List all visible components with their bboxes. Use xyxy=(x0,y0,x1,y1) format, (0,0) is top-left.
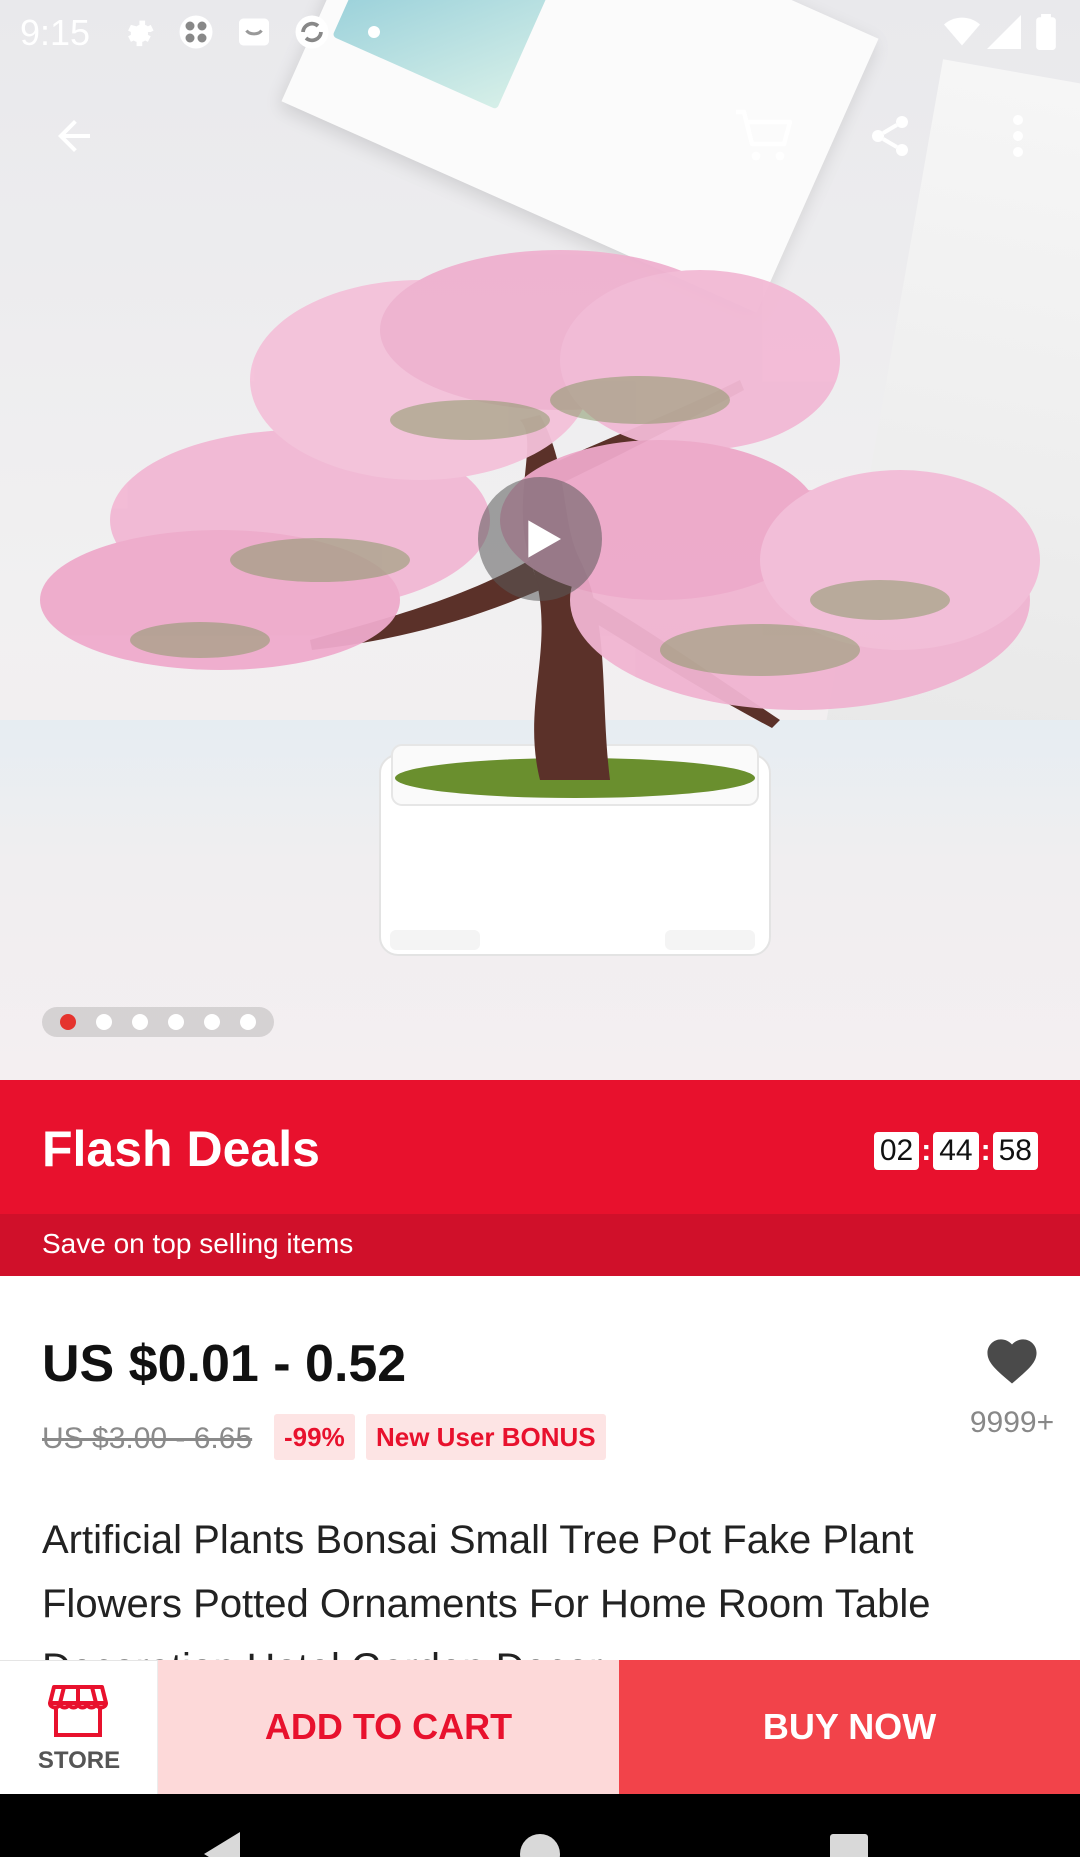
flash-deals-banner[interactable]: Flash Deals 02 : 44 : 58 xyxy=(0,1080,1080,1214)
play-icon xyxy=(528,520,561,558)
wifi-icon xyxy=(944,14,980,50)
carousel-dot[interactable] xyxy=(168,1014,184,1030)
timer-seconds: 58 xyxy=(992,1132,1038,1170)
flash-deals-subtitle-bar: Save on top selling items xyxy=(0,1214,1080,1276)
carousel-dot[interactable] xyxy=(96,1014,112,1030)
notification-dot-icon xyxy=(356,14,392,50)
nav-home-icon[interactable] xyxy=(518,1832,562,1857)
buy-now-button[interactable]: BUY NOW xyxy=(619,1660,1080,1794)
store-icon xyxy=(48,1685,108,1737)
share-icon[interactable] xyxy=(854,100,926,172)
timer-minutes: 44 xyxy=(933,1132,979,1170)
nav-back-icon[interactable] xyxy=(200,1832,250,1857)
battery-icon xyxy=(1028,14,1064,50)
status-bar: 9:15 xyxy=(0,0,1080,64)
sync-icon xyxy=(294,14,330,50)
timer-separator: : xyxy=(980,1134,991,1167)
original-price: US $3.00 - 6.65 xyxy=(42,1422,253,1455)
store-label: STORE xyxy=(37,1747,121,1774)
nav-recents-icon[interactable] xyxy=(830,1832,870,1857)
signal-icon xyxy=(986,14,1022,50)
system-navigation-bar xyxy=(0,1794,1080,1857)
carousel-dot[interactable] xyxy=(60,1014,76,1030)
flash-deals-subtitle: Save on top selling items xyxy=(42,1228,354,1259)
wishlist-button[interactable]: 9999+ xyxy=(960,1320,1064,1439)
heart-icon xyxy=(987,1339,1037,1384)
timer-separator: : xyxy=(921,1134,932,1167)
new-user-bonus-badge[interactable]: New User BONUS xyxy=(366,1414,606,1460)
fan-icon xyxy=(178,14,214,50)
carousel-dot[interactable] xyxy=(240,1014,256,1030)
play-video-button[interactable] xyxy=(478,477,602,601)
add-to-cart-button[interactable]: ADD TO CART xyxy=(158,1660,619,1794)
status-time: 9:15 xyxy=(20,12,91,53)
wishlist-count: 9999+ xyxy=(969,1406,1055,1439)
store-button[interactable]: STORE xyxy=(0,1660,158,1794)
carousel-indicator xyxy=(42,1007,274,1037)
timer-hours: 02 xyxy=(873,1132,920,1170)
flash-deals-title: Flash Deals xyxy=(42,1121,320,1177)
product-title: Artificial Plants Bonsai Small Tree Pot … xyxy=(42,1518,931,1660)
carousel-dot[interactable] xyxy=(132,1014,148,1030)
current-price: US $0.01 - 0.52 xyxy=(42,1335,407,1393)
more-options-icon[interactable] xyxy=(982,100,1054,172)
mail-icon xyxy=(236,14,272,50)
cart-icon[interactable] xyxy=(728,100,800,172)
bottom-action-bar: STORE ADD TO CART BUY NOW xyxy=(0,1660,1080,1794)
back-button[interactable] xyxy=(38,100,110,172)
countdown-timer: 02 : 44 : 58 xyxy=(873,1132,1038,1170)
carousel-dot[interactable] xyxy=(204,1014,220,1030)
settings-icon xyxy=(120,14,156,50)
product-image-carousel[interactable]: 9:15 xyxy=(0,0,1080,1080)
discount-badge: -99% xyxy=(274,1414,355,1460)
